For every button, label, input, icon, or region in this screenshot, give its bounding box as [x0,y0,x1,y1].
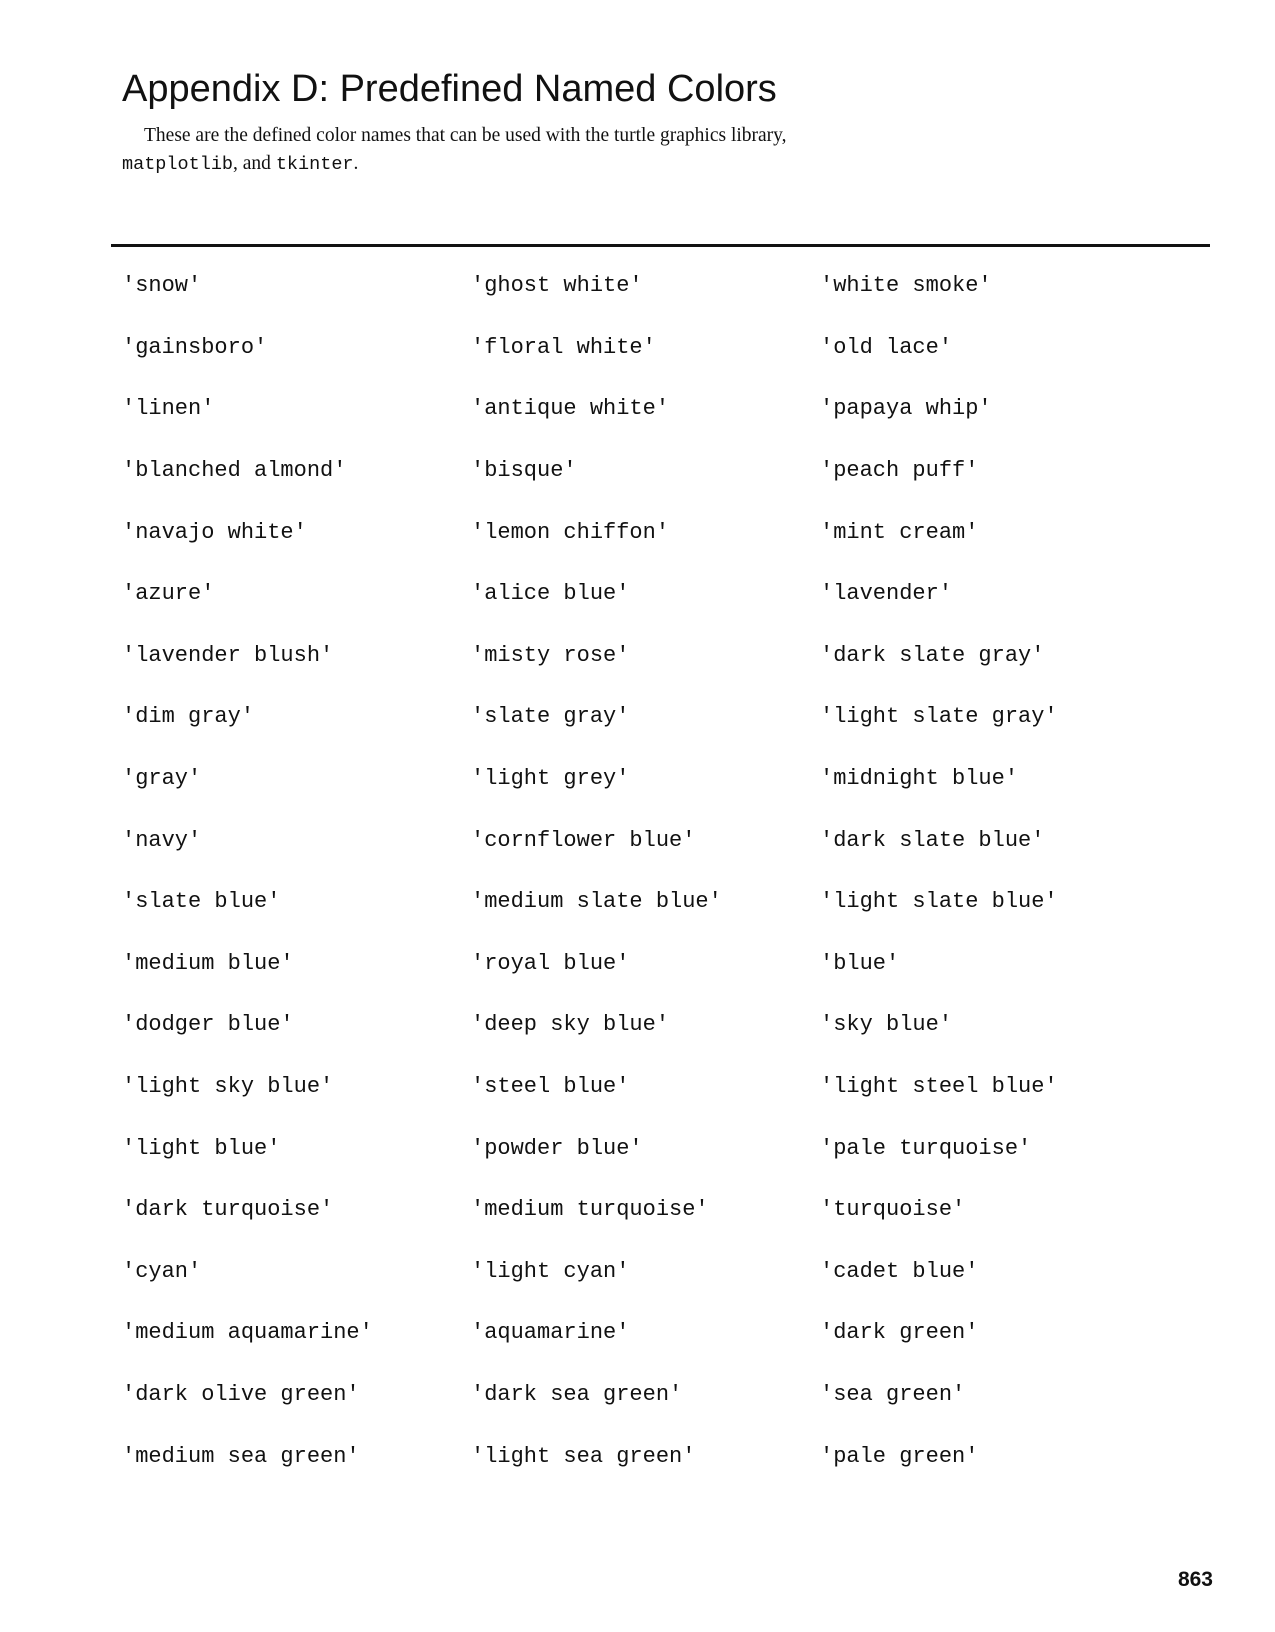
table-row: 'snow' 'ghost white' 'white smoke' [122,255,1182,317]
color-name-cell: 'medium sea green' [122,1443,360,1469]
color-name-cell: 'floral white' [471,334,656,360]
table-row: 'dark turquoise' 'medium turquoise' 'turqu… [122,1179,1182,1241]
color-name-cell: 'light sky blue' [122,1074,334,1100]
table-row: 'slate blue' 'medium slate blue' 'light sl… [122,871,1182,933]
color-name-cell: 'papaya whip' [820,396,992,422]
color-name-cell: 'medium aquamarine' [122,1320,373,1346]
color-name-cell: 'deep sky blue' [471,1012,670,1038]
color-name-cell: 'midnight blue' [820,766,1019,792]
table-row: 'navajo white' 'lemon chiffon' 'mint cream… [122,501,1182,563]
color-name-cell: 'navy' [122,827,202,853]
color-name-cell: 'light steel blue' [820,1074,1058,1100]
library-name-matplotlib: matplotlib [122,154,234,175]
color-name-cell: 'old lace' [820,334,953,360]
color-name-cell: 'azure' [122,581,215,607]
color-name-cell: 'navajo white' [122,519,307,545]
page-title: Appendix D: Predefined Named Colors [122,68,777,110]
color-name-cell: 'gray' [122,766,202,792]
color-name-cell: 'medium slate blue' [471,889,722,915]
table-row: 'light blue' 'powder blue' 'pale turquoise… [122,1117,1182,1179]
color-name-cell: 'turquoise' [820,1197,966,1223]
color-name-cell: 'linen' [122,396,215,422]
table-row: 'navy' 'cornflower blue' 'dark slate blue' [122,809,1182,871]
table-row: 'dodger blue' 'deep sky blue' 'sky blue' [122,994,1182,1056]
table-row: 'gray' 'light grey' 'midnight blue' [122,748,1182,810]
table-row: 'light sky blue' 'steel blue' 'light steel… [122,1056,1182,1118]
color-name-cell: 'light blue' [122,1135,281,1161]
color-name-cell: 'dodger blue' [122,1012,294,1038]
color-name-cell: 'alice blue' [471,581,630,607]
table-row: 'azure' 'alice blue' 'lavender' [122,563,1182,625]
table-row: 'blanched almond' 'bisque' 'peach puff' [122,440,1182,502]
color-name-cell: 'light slate gray' [820,704,1058,730]
table-row: 'lavender blush' 'misty rose' 'dark slate … [122,625,1182,687]
color-name-cell: 'medium turquoise' [471,1197,709,1223]
color-name-cell: 'lemon chiffon' [471,519,670,545]
color-name-cell: 'misty rose' [471,642,630,668]
table-row: 'medium blue' 'royal blue' 'blue' [122,933,1182,995]
color-name-cell: 'sky blue' [820,1012,953,1038]
color-name-cell: 'dark sea green' [471,1381,683,1407]
color-name-cell: 'sea green' [820,1381,966,1407]
color-name-cell: 'ghost white' [471,273,643,299]
color-name-cell: 'cyan' [122,1258,202,1284]
color-name-cell: 'cadet blue' [820,1258,979,1284]
color-name-cell: 'dark slate blue' [820,827,1045,853]
table-row: 'medium sea green' 'light sea green' 'pale… [122,1425,1182,1487]
color-name-cell: 'snow' [122,273,202,299]
library-name-tkinter: tkinter [275,154,354,175]
color-name-cell: 'cornflower blue' [471,827,696,853]
color-name-cell: 'powder blue' [471,1135,643,1161]
color-name-cell: 'bisque' [471,458,577,484]
intro-text: These are the defined color names that c… [144,125,787,146]
color-name-cell: 'aquamarine' [471,1320,630,1346]
color-name-cell: 'antique white' [471,396,670,422]
color-name-cell: 'dark olive green' [122,1381,360,1407]
table-row: 'dim gray' 'slate gray' 'light slate gray' [122,686,1182,748]
color-name-cell: 'blanched almond' [122,458,347,484]
color-name-cell: 'peach puff' [820,458,979,484]
table-row: 'medium aquamarine' 'aquamarine' 'dark gre… [122,1302,1182,1364]
color-name-cell: 'dark turquoise' [122,1197,334,1223]
color-name-cell: 'light cyan' [471,1258,630,1284]
table-row: 'gainsboro' 'floral white' 'old lace' [122,317,1182,379]
color-name-cell: 'steel blue' [471,1074,630,1100]
color-name-cell: 'gainsboro' [122,334,268,360]
color-name-cell: 'royal blue' [471,950,630,976]
page-number: 863 [1177,1568,1213,1591]
color-name-cell: 'dark green' [820,1320,979,1346]
color-name-cell: 'light grey' [471,766,630,792]
color-name-cell: 'lavender' [820,581,953,607]
table-row: 'cyan' 'light cyan' 'cadet blue' [122,1241,1182,1303]
color-name-cell: 'blue' [820,950,900,976]
color-name-cell: 'slate gray' [471,704,630,730]
color-name-cell: 'medium blue' [122,950,294,976]
color-name-cell: 'lavender blush' [122,642,334,668]
color-name-cell: 'mint cream' [820,519,979,545]
intro-paragraph: These are the defined color names that c… [122,122,1102,179]
intro-period: . [353,153,359,174]
table-top-rule [111,244,1210,247]
color-name-cell: 'white smoke' [820,273,992,299]
color-names-table: 'snow' 'ghost white' 'white smoke' 'gainsbo… [122,255,1182,1487]
intro-conjunction: , and [233,153,276,174]
color-name-cell: 'slate blue' [122,889,281,915]
table-row: 'linen' 'antique white' 'papaya whip' [122,378,1182,440]
table-row: 'dark olive green' 'dark sea green' 'sea g… [122,1364,1182,1426]
color-name-cell: 'pale green' [820,1443,979,1469]
color-name-cell: 'light slate blue' [820,889,1058,915]
color-name-cell: 'pale turquoise' [820,1135,1032,1161]
color-name-cell: 'dim gray' [122,704,255,730]
color-name-cell: 'light sea green' [471,1443,696,1469]
color-name-cell: 'dark slate gray' [820,642,1045,668]
